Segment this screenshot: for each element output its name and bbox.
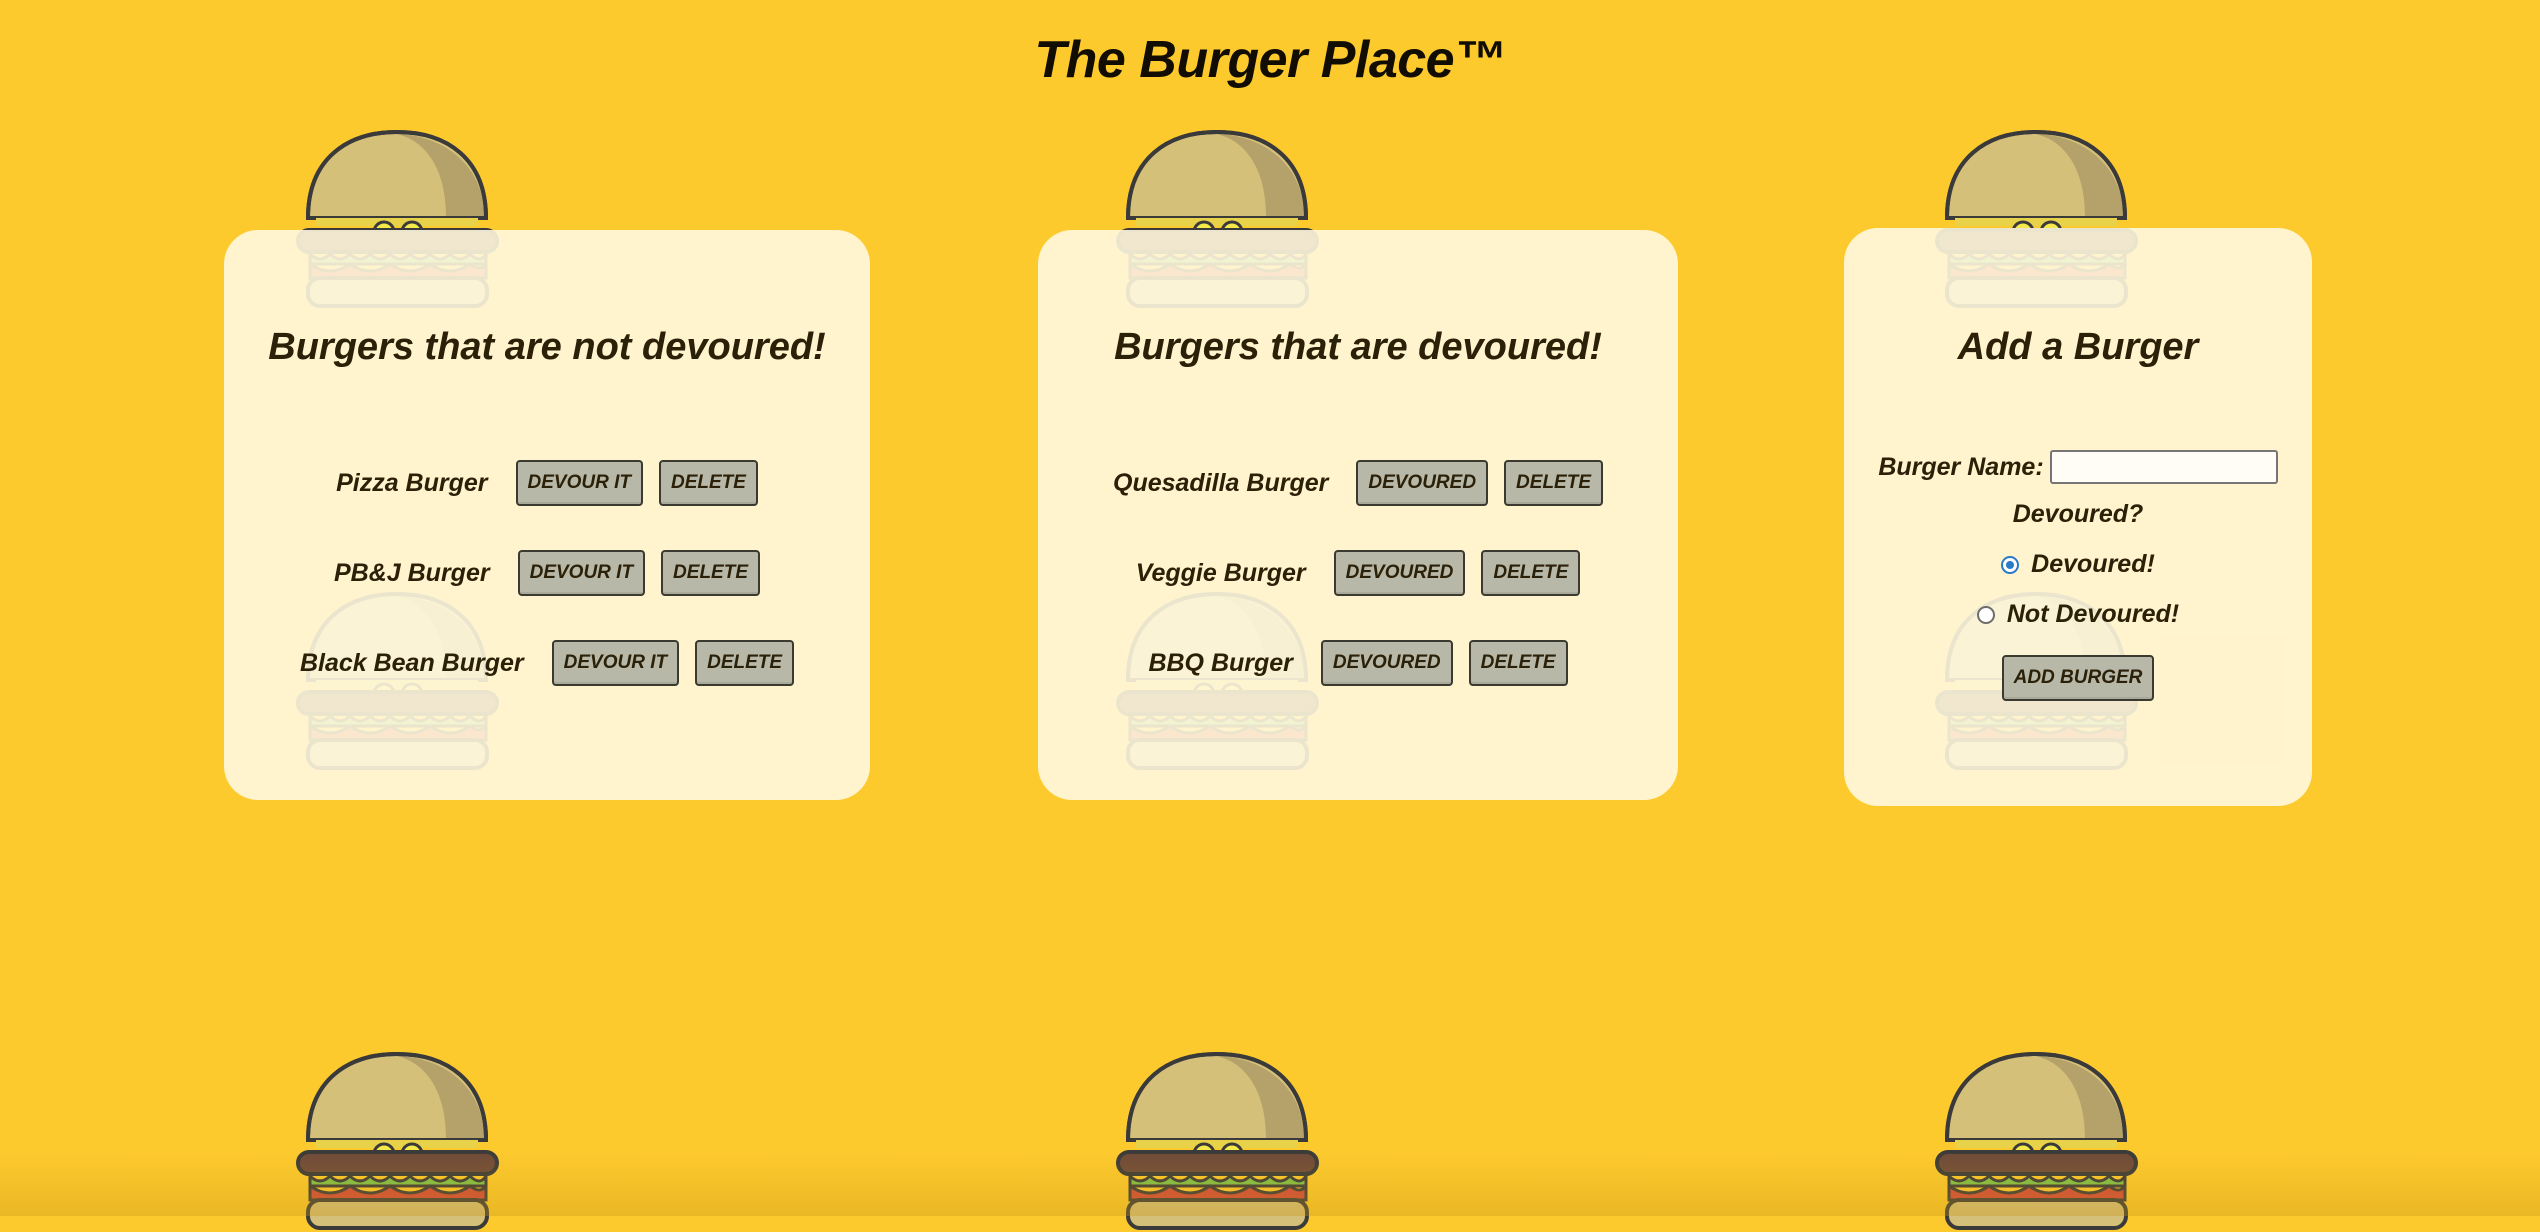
devoured-question: Devoured? [2012,500,2144,528]
burger-name: Quesadilla Burger [1113,468,1329,497]
devour-button[interactable]: DEVOUR IT [551,640,680,686]
add-burger-heading: Add a Burger [1957,326,2199,368]
list-item: Quesadilla Burger DEVOURED DELETE [1038,460,1678,506]
delete-button[interactable]: DELETE [1504,460,1603,506]
delete-button[interactable]: DELETE [658,460,758,506]
devoured-panel: Burgers that are devoured! Quesadilla Bu… [1038,230,1678,800]
list-item: Pizza Burger DEVOUR IT DELETE [224,460,870,506]
list-item: BBQ Burger DEVOURED DELETE [1038,640,1678,686]
burger-name-label: Burger Name: [1878,452,2044,481]
delete-button[interactable]: DELETE [661,550,760,596]
delete-button[interactable]: DELETE [695,640,795,686]
devour-button[interactable]: DEVOUR IT [517,550,646,596]
list-item: Black Bean Burger DEVOUR IT DELETE [224,640,870,686]
burger-name: Black Bean Burger [299,648,524,677]
radio-label-not-devoured[interactable]: Not Devoured! [2007,600,2179,629]
delete-button[interactable]: DELETE [1481,550,1581,596]
radio-button-not-devoured[interactable] [1976,605,1995,624]
devoured-button[interactable]: DEVOURED [1333,550,1466,596]
devoured-button[interactable]: DEVOURED [1356,460,1489,506]
add-burger-panel: Add a Burger Burger Name: Devoured? Devo… [1844,228,2312,806]
bottom-shadow [0,1150,2540,1216]
burger-name: Pizza Burger [336,468,488,497]
list-item: PB&J Burger DEVOUR IT DELETE [224,550,870,596]
devoured-button[interactable]: DEVOURED [1320,640,1453,686]
submit-row: ADD BURGER [1844,655,2312,701]
not-devoured-panel: Burgers that are not devoured! Pizza Bur… [224,230,870,800]
list-item: Veggie Burger DEVOURED DELETE [1038,550,1678,596]
burger-name: PB&J Burger [334,558,490,587]
devour-button[interactable]: DEVOUR IT [515,460,643,506]
burger-name-input[interactable] [2049,450,2278,484]
burger-name: Veggie Burger [1135,558,1306,587]
radio-button-devoured[interactable] [2001,555,2020,574]
radio-option-not-devoured[interactable]: Not Devoured! [1844,600,2312,629]
burger-name-row: Burger Name: [1844,450,2312,484]
radio-option-devoured[interactable]: Devoured! [1844,550,2312,579]
delete-button[interactable]: DELETE [1468,640,1568,686]
burger-name: BBQ Burger [1148,648,1293,677]
not-devoured-heading: Burgers that are not devoured! [268,326,826,368]
add-burger-button[interactable]: ADD BURGER [2001,655,2155,701]
devoured-heading: Burgers that are devoured! [1114,326,1602,368]
radio-label-devoured[interactable]: Devoured! [2031,550,2155,579]
page-title: The Burger Place™ [1034,31,1506,89]
